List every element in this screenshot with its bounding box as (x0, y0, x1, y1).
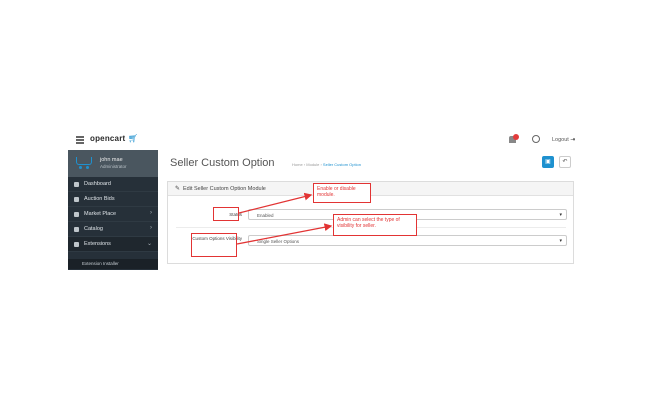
save-button[interactable]: ▣ (542, 156, 554, 168)
logout-link[interactable]: Logout ⇥ (552, 136, 575, 143)
profile-name: john mae (100, 157, 123, 163)
profile-block[interactable]: john mae Administrator (68, 150, 158, 177)
sidebar-item-extensions[interactable]: Extensions ⌄ (68, 237, 158, 252)
reply-icon: ↶ (562, 159, 568, 165)
cart-avatar-icon (76, 155, 94, 171)
sidebar-item-market-place[interactable]: Market Place › (68, 207, 158, 222)
tag-icon (74, 227, 79, 232)
page-title: Seller Custom Option (170, 157, 275, 169)
visibility-select[interactable]: Single Seller Options ▾ (248, 235, 567, 246)
visibility-annotation: Admin can select the type of visibility … (333, 214, 417, 236)
pencil-icon: ✎ (175, 186, 181, 192)
dashboard-icon (74, 182, 79, 187)
breadcrumb-module[interactable]: Module (306, 162, 319, 167)
chevron-right-icon: › (150, 210, 152, 216)
save-icon: ▣ (545, 159, 551, 165)
store-icon (74, 212, 79, 217)
breadcrumb-home[interactable]: Home (292, 162, 303, 167)
visibility-highlight-box (191, 233, 237, 257)
notification-bell-icon[interactable] (508, 134, 519, 145)
gavel-icon (74, 197, 79, 202)
sidebar-item-catalog[interactable]: Catalog › (68, 222, 158, 237)
sidebar-item-dashboard[interactable]: Dashboard (68, 177, 158, 192)
profile-role: Administrator (100, 164, 127, 169)
menu-toggle-icon[interactable] (76, 136, 84, 144)
sidebar-item-auction-bids[interactable]: Auction Bids (68, 192, 158, 207)
visibility-select-value: Single Seller Options (257, 238, 300, 244)
puzzle-icon (74, 242, 79, 247)
opencart-logo[interactable]: opencart 🛒︎ (90, 134, 138, 143)
logout-icon: ⇥ (570, 137, 576, 143)
sidebar-subitem-extension-installer[interactable]: Extension Installer (68, 259, 158, 269)
breadcrumb-current[interactable]: Seller Custom Option (323, 162, 361, 167)
help-icon[interactable] (532, 135, 540, 143)
back-button[interactable]: ↶ (559, 156, 571, 168)
panel-title: Edit Seller Custom Option Module (183, 185, 266, 192)
caret-down-icon: ▾ (559, 211, 562, 218)
chevron-right-icon: › (150, 225, 152, 231)
status-annotation: Enable or disable module. (313, 183, 371, 203)
top-header: opencart 🛒︎ Logout ⇥ (68, 130, 583, 151)
sidebar: john mae Administrator Dashboard Auction… (68, 150, 158, 270)
notification-badge (513, 134, 519, 140)
status-highlight-box (213, 207, 239, 221)
status-select-value: Enabled (257, 212, 274, 218)
breadcrumb: Home › Module › Seller Custom Option (292, 162, 361, 167)
caret-down-icon: ▾ (559, 237, 562, 244)
chevron-down-icon: ⌄ (146, 241, 152, 247)
